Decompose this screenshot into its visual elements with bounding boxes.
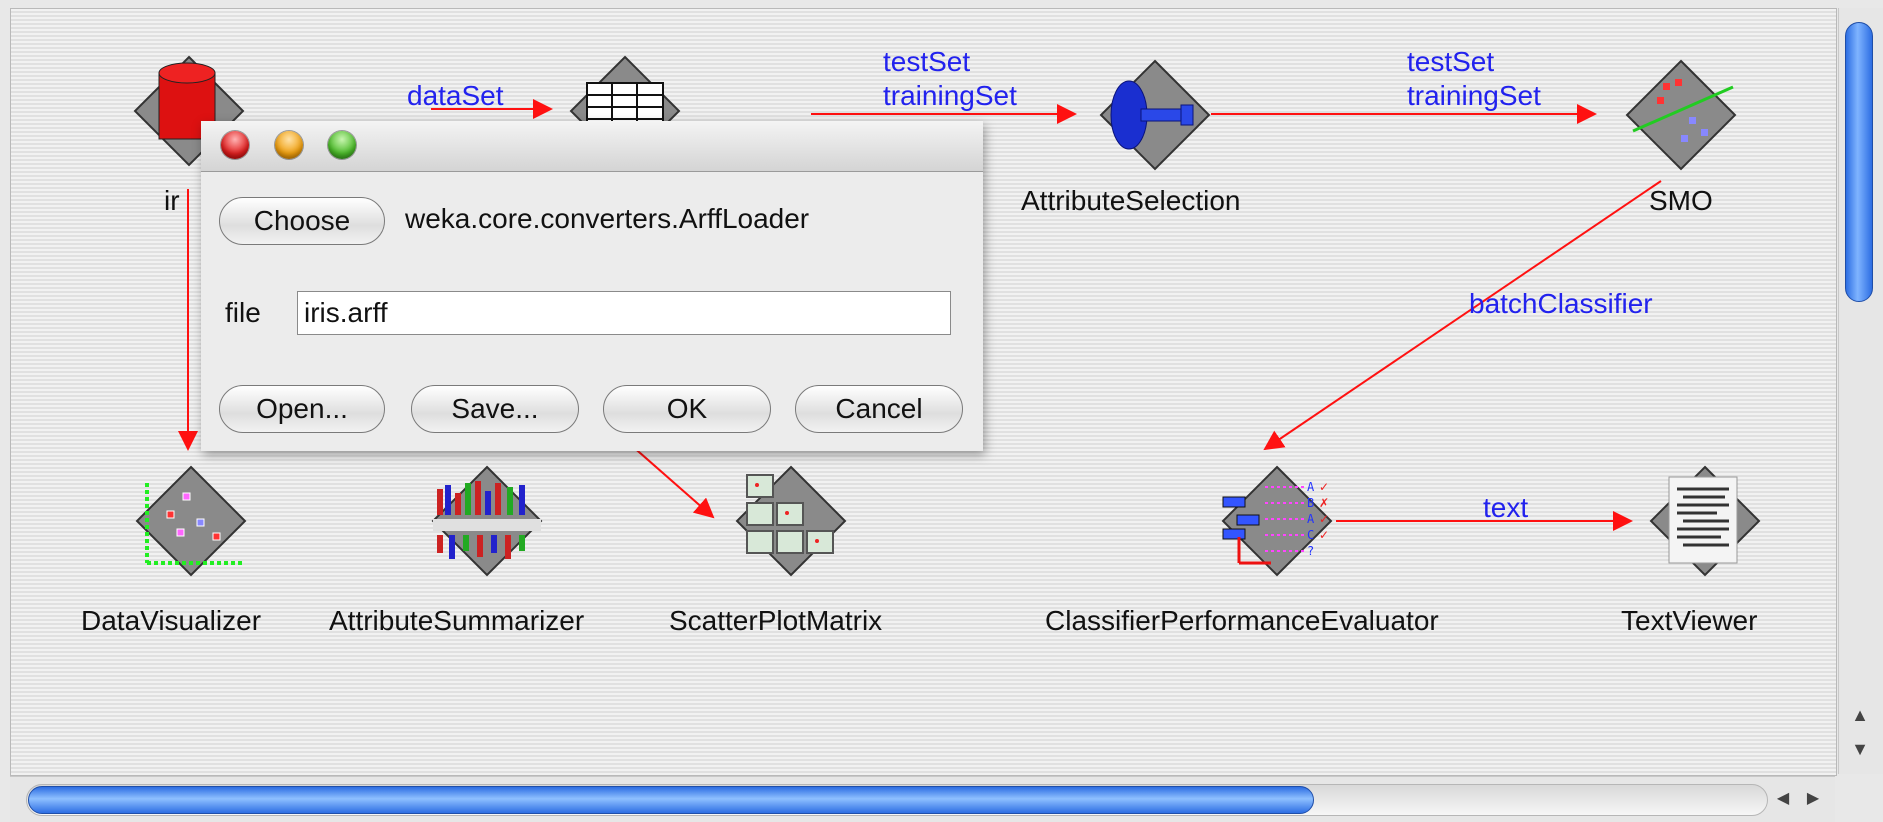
text-viewer-label: TextViewer <box>1621 605 1758 636</box>
close-window-icon[interactable] <box>221 131 249 159</box>
classifier-performance-evaluator-node[interactable]: A B A C ? ✓ ✗ ✓ ✓ <box>1219 463 1335 579</box>
vertical-scroll-thumb[interactable] <box>1845 22 1873 302</box>
ok-button[interactable]: OK <box>603 385 771 433</box>
svg-text:✓: ✓ <box>1319 512 1329 526</box>
svg-text:?: ? <box>1307 544 1314 558</box>
scroll-left-arrow-icon[interactable]: ◀ <box>1770 785 1796 813</box>
classifier-performance-evaluator-icon: A B A C ? ✓ ✗ ✓ ✓ <box>1221 465 1333 577</box>
dialog-titlebar[interactable] <box>201 121 983 172</box>
smo-node[interactable] <box>1623 57 1739 173</box>
link-to-scatterplot <box>630 444 715 519</box>
attribute-summarizer-icon <box>431 465 543 577</box>
knowledge-flow-canvas[interactable]: dataSet testSet trainingSet testSet trai… <box>10 8 1837 776</box>
svg-text:A: A <box>1307 480 1315 494</box>
text-viewer-icon <box>1649 465 1761 577</box>
classifier-performance-evaluator-label: ClassifierPerformanceEvaluator <box>1045 605 1439 636</box>
svg-text:✓: ✓ <box>1319 480 1329 494</box>
horizontal-scrollbar[interactable]: ◀ ▶ <box>10 776 1835 822</box>
scroll-down-arrow-icon[interactable]: ▼ <box>1843 734 1877 764</box>
data-visualizer-icon <box>135 465 247 577</box>
vertical-scrollbar[interactable]: ▲ ▼ <box>1838 8 1883 774</box>
zoom-window-icon[interactable] <box>328 131 356 159</box>
open-button[interactable]: Open... <box>219 385 385 433</box>
cancel-button[interactable]: Cancel <box>795 385 963 433</box>
svg-text:C: C <box>1307 528 1314 542</box>
data-visualizer-label: DataVisualizer <box>81 605 262 636</box>
link-label-dataset: dataSet <box>407 80 504 111</box>
link-label-testset-trainingset-1: testSet trainingSet <box>883 46 1017 111</box>
link-label-batch-classifier: batchClassifier <box>1469 288 1653 319</box>
attribute-selection-node[interactable] <box>1097 57 1213 173</box>
smo-label: SMO <box>1649 185 1713 216</box>
scroll-up-arrow-icon[interactable]: ▲ <box>1843 700 1877 730</box>
scroll-right-arrow-icon[interactable]: ▶ <box>1800 785 1826 813</box>
svg-text:✓: ✓ <box>1319 528 1329 542</box>
text-viewer-node[interactable] <box>1647 463 1763 579</box>
smo-icon <box>1625 59 1737 171</box>
file-input[interactable] <box>297 291 951 335</box>
arff-loader-dialog: Choose weka.core.converters.ArffLoader f… <box>201 121 983 451</box>
loader-class-name: weka.core.converters.ArffLoader <box>405 203 810 234</box>
scatter-plot-matrix-label: ScatterPlotMatrix <box>669 605 883 636</box>
data-visualizer-node[interactable] <box>133 463 249 579</box>
choose-button[interactable]: Choose <box>219 197 385 245</box>
attribute-summarizer-node[interactable] <box>429 463 545 579</box>
horizontal-scroll-thumb[interactable] <box>28 786 1314 814</box>
link-label-text: text <box>1483 492 1529 523</box>
svg-text:✗: ✗ <box>1319 496 1329 510</box>
scatter-plot-matrix-node[interactable] <box>733 463 849 579</box>
scatter-plot-matrix-icon <box>735 465 847 577</box>
attribute-selection-label: AttributeSelection <box>1021 185 1241 216</box>
attribute-summarizer-label: AttributeSummarizer <box>329 605 585 636</box>
link-label-testset-trainingset-2: testSet trainingSet <box>1407 46 1541 111</box>
arff-loader-label: ir <box>164 185 180 216</box>
svg-text:B: B <box>1307 496 1314 510</box>
attribute-selection-icon <box>1099 59 1211 171</box>
save-button[interactable]: Save... <box>411 385 579 433</box>
file-label: file <box>225 297 261 328</box>
minimize-window-icon[interactable] <box>275 131 303 159</box>
svg-text:A: A <box>1307 512 1315 526</box>
